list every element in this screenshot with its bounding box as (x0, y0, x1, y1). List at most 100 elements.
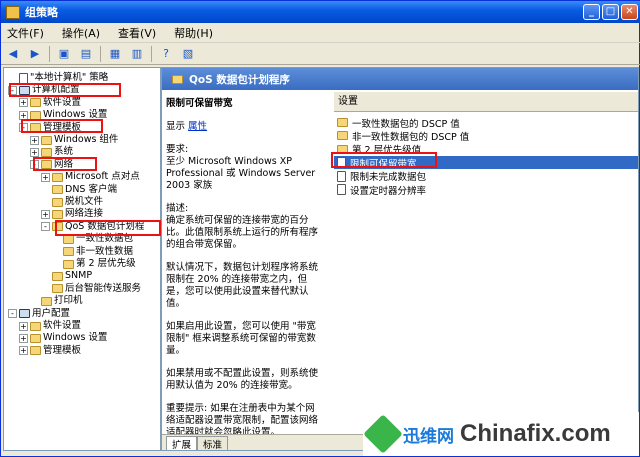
tree-item[interactable]: + 网络连接 (41, 208, 103, 220)
folder-icon (52, 185, 63, 195)
tree-item[interactable]: 一致性数据包 (52, 233, 133, 245)
expand-icon[interactable]: + (19, 333, 28, 343)
computer-icon (19, 309, 30, 319)
back-arrow-icon[interactable]: ◀ (5, 46, 21, 62)
tree-item[interactable]: + 管理模板 (19, 345, 81, 357)
tree-item[interactable]: 第 2 层优先级 (52, 258, 136, 270)
desc-para-2: 默认情况下，数据包计划程序将系统限制在 20% 的连接带宽之内，但是，您可以使用… (166, 262, 319, 309)
collapse-icon[interactable]: - (41, 222, 50, 232)
tree-item-label: QoS 数据包计划程 (65, 220, 145, 232)
extended-description: 限制可保留带宽 显示 属性 要求: 至少 Microsoft Windows XP… (166, 98, 324, 450)
tree-item[interactable]: + Windows 设置 (19, 109, 107, 121)
setting-label: 设置定时器分辨率 (350, 185, 427, 197)
tree-item-label: 系统 (54, 146, 74, 158)
menu-bar: 文件(F) 操作(A) 查看(V) 帮助(H) (1, 23, 640, 43)
collapse-icon[interactable]: - (30, 160, 39, 170)
folder-icon (52, 209, 63, 219)
desc-text: 确定系统可保留的连接带宽的百分比。此值限制系统上运行的所有程序的组合带宽保留。 (166, 215, 319, 250)
expand-icon[interactable]: + (19, 321, 28, 331)
menu-file[interactable]: 文件(F) (7, 25, 44, 41)
tree-item[interactable]: SNMP (41, 270, 92, 282)
watermark-brand-cn: 迅维网 (403, 426, 454, 447)
watermark-brand-en: Chinafix.com (460, 420, 611, 447)
expand-icon[interactable]: + (19, 346, 28, 356)
setting-row[interactable]: 第 2 层优先级值 (334, 143, 638, 156)
help-icon[interactable]: ? (158, 46, 174, 62)
collapse-icon[interactable]: - (8, 85, 17, 95)
tree-item-label: 管理模板 (43, 344, 82, 356)
expand-icon[interactable]: + (41, 209, 50, 219)
tree-item-label: 非一致性数据 (76, 245, 134, 257)
folder-icon (52, 197, 63, 207)
toolbar: ◀ ▶ ▣ ▤ ▦ ▥ ? ▧ (1, 43, 640, 65)
tree-item-label: DNS 客户端 (65, 183, 117, 195)
expand-icon[interactable]: + (19, 98, 28, 108)
expand-icon[interactable]: + (30, 147, 39, 157)
tree-item-label: 用户配置 (32, 307, 71, 319)
properties-link[interactable]: 属性 (188, 121, 207, 132)
tree-pane[interactable]: "本地计算机" 策略 - 计算机配置 + 软件设置 + Windows 设置 - 管理模板 + Wi… (3, 67, 161, 451)
tree-item[interactable]: 非一致性数据 (52, 246, 133, 258)
show-properties-line: 显示 属性 (166, 121, 324, 133)
tree-item[interactable]: - 管理模板 (19, 122, 81, 134)
tree-item-label: 脱机文件 (65, 196, 104, 207)
tree-item[interactable]: + 系统 (30, 146, 73, 158)
tree-item-label: 网络 (54, 158, 74, 170)
setting-row[interactable]: 限制未完成数据包 (334, 170, 638, 183)
tree-item[interactable]: 打印机 (30, 295, 83, 307)
tree-item[interactable]: + Windows 设置 (19, 332, 107, 344)
tree-item[interactable]: 脱机文件 (41, 196, 103, 208)
collapse-icon[interactable]: - (8, 309, 17, 319)
view-icon[interactable]: ▧ (180, 46, 196, 62)
folder-icon (30, 110, 41, 120)
menu-view[interactable]: 查看(V) (118, 25, 156, 41)
menu-help[interactable]: 帮助(H) (174, 25, 213, 41)
tree-item[interactable]: - 网络 (30, 159, 73, 171)
tree-item[interactable]: - QoS 数据包计划程 (41, 221, 144, 233)
setting-label: 一致性数据包的 DSCP 值 (352, 118, 460, 130)
forward-arrow-icon[interactable]: ▶ (27, 46, 43, 62)
setting-icon (337, 157, 346, 169)
tree-item[interactable]: - 计算机配置 (8, 84, 80, 96)
minimize-button[interactable]: _ (583, 4, 600, 20)
folder-icon (63, 247, 74, 257)
tree-item[interactable]: + Windows 组件 (30, 134, 118, 146)
export-list-icon[interactable]: ▥ (129, 46, 145, 62)
settings-column-header[interactable]: 设置 (334, 92, 638, 112)
show-tree-icon[interactable]: ▤ (78, 46, 94, 62)
group-policy-window: 组策略 _ □ ✕ 文件(F) 操作(A) 查看(V) 帮助(H) ◀ ▶ ▣ … (0, 0, 640, 457)
up-folder-icon[interactable]: ▣ (56, 46, 72, 62)
tree-item[interactable]: - 用户配置 (8, 308, 70, 320)
collapse-icon[interactable]: - (19, 123, 28, 133)
maximize-button[interactable]: □ (602, 4, 619, 20)
tree-item[interactable]: + 软件设置 (19, 320, 81, 332)
tree-item[interactable]: DNS 客户端 (41, 184, 117, 196)
setting-row[interactable]: 非一致性数据包的 DSCP 值 (334, 129, 638, 143)
setting-row[interactable]: 一致性数据包的 DSCP 值 (334, 116, 638, 130)
expand-icon[interactable]: + (41, 172, 50, 182)
tree-item[interactable]: + Microsoft 点对点 (41, 171, 140, 183)
tree-item-label: "本地计算机" 策略 (30, 72, 109, 83)
folder-icon (52, 222, 63, 232)
app-icon (6, 5, 20, 19)
folder-icon (41, 160, 52, 170)
requirements: 要求: 至少 Microsoft Windows XP Professional … (166, 144, 324, 192)
setting-row[interactable]: 限制可保留带宽 (334, 156, 638, 170)
title-bar[interactable]: 组策略 _ □ ✕ (1, 1, 640, 23)
expand-icon[interactable]: + (30, 135, 39, 145)
tree-item[interactable]: "本地计算机" 策略 (8, 72, 108, 84)
menu-action[interactable]: 操作(A) (62, 25, 100, 41)
req-text: 至少 Microsoft Windows XP Professional 或 W… (166, 156, 316, 191)
close-button[interactable]: ✕ (621, 4, 638, 20)
setting-row[interactable]: 设置定时器分辨率 (334, 183, 638, 197)
tree-item[interactable]: + 软件设置 (19, 97, 81, 109)
tree-item-label: Windows 设置 (43, 332, 108, 344)
tab-extended[interactable]: 扩展 (166, 436, 198, 450)
tab-standard[interactable]: 标准 (197, 436, 229, 450)
expand-icon[interactable]: + (19, 110, 28, 120)
folder-icon (41, 147, 52, 157)
properties-icon[interactable]: ▦ (107, 46, 123, 62)
tree-item[interactable]: 后台智能传送服务 (41, 283, 141, 295)
folder-icon (337, 118, 348, 127)
desc-label: 描述: (166, 203, 189, 214)
